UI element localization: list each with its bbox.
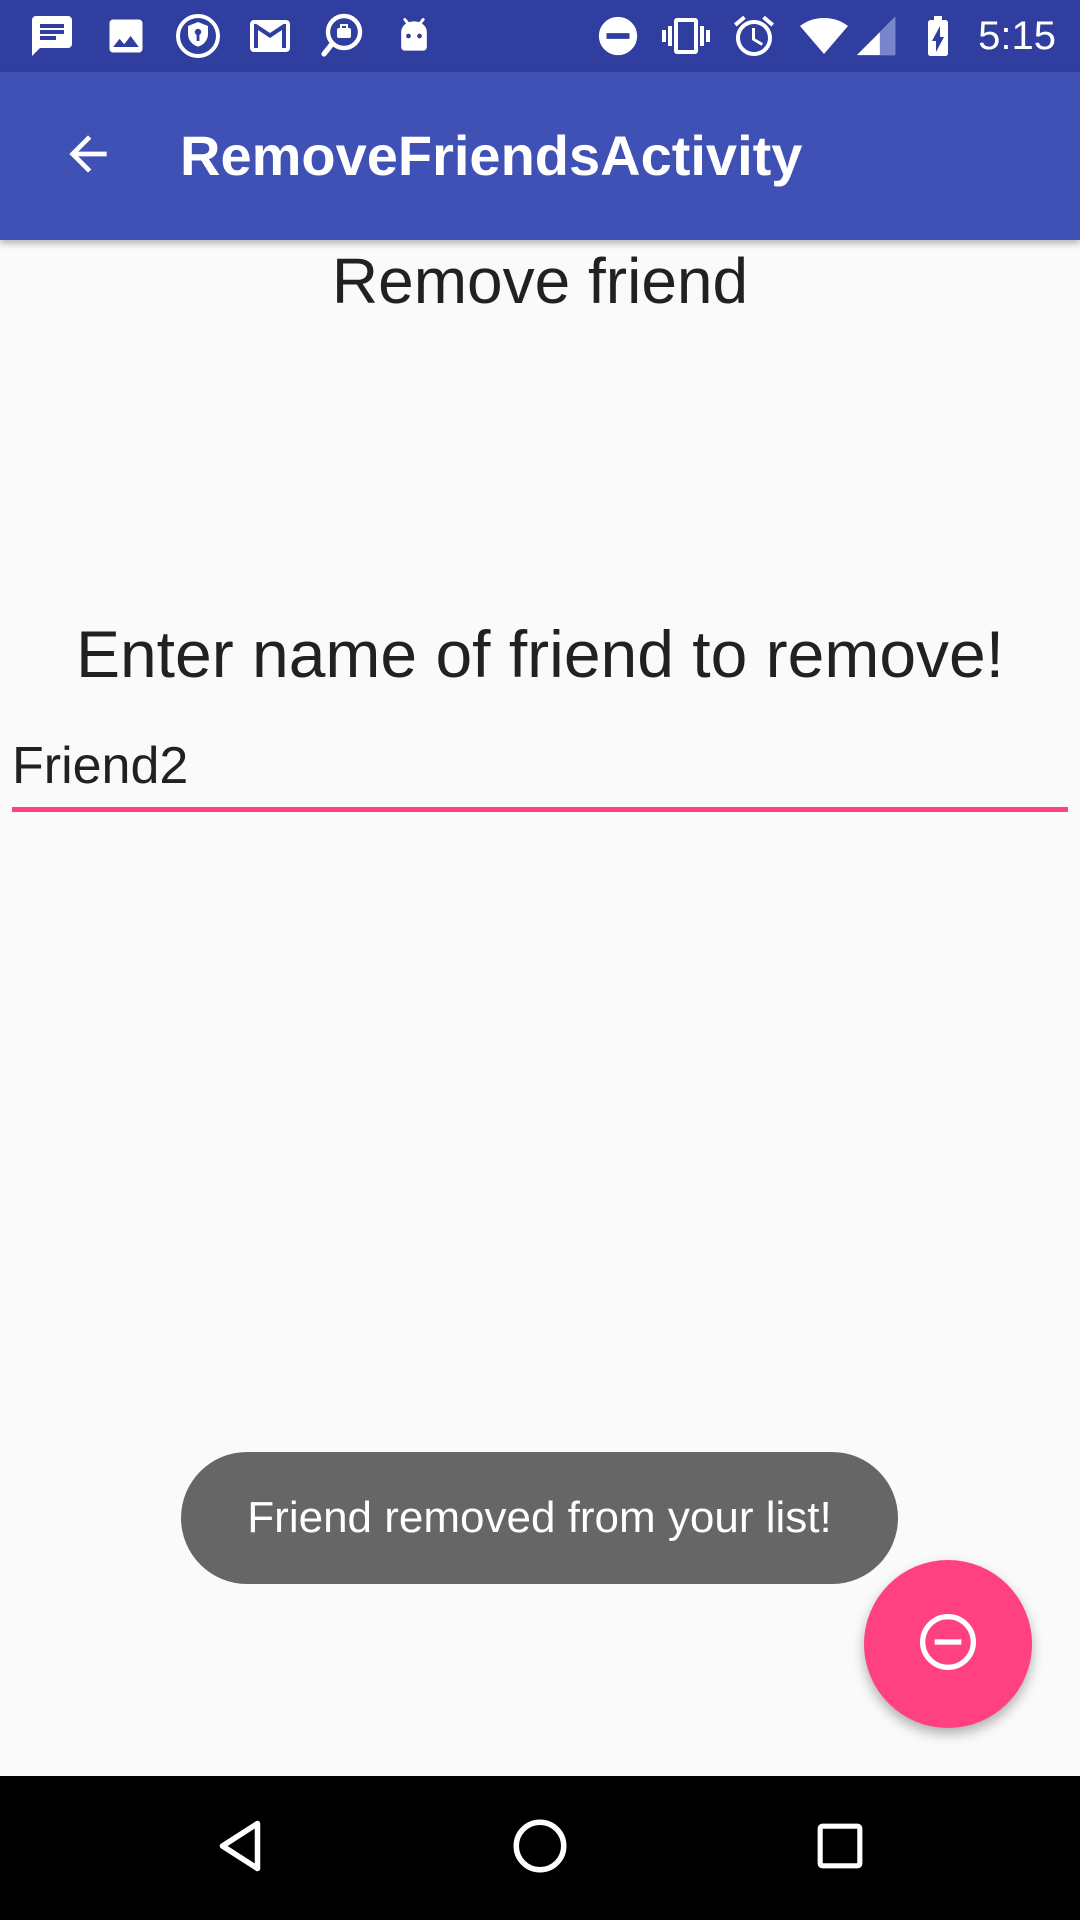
cell-signal-icon: [852, 12, 900, 60]
toast-message: Friend removed from your list!: [181, 1452, 898, 1584]
gmail-icon: [246, 12, 294, 60]
arrow-back-icon: [60, 126, 116, 187]
nav-home-button[interactable]: [492, 1800, 588, 1896]
page-heading: Remove friend: [331, 245, 749, 317]
shield-key-icon: [174, 12, 222, 60]
vibrate-icon: [662, 12, 710, 60]
nav-back-button[interactable]: [192, 1800, 288, 1896]
image-icon: [102, 12, 150, 60]
back-triangle-icon: [210, 1816, 270, 1881]
home-circle-icon: [510, 1816, 570, 1881]
alarm-icon: [730, 12, 778, 60]
android-icon: [390, 12, 438, 60]
navigation-bar: [0, 1776, 1080, 1920]
status-time: 5:15: [978, 14, 1056, 58]
nav-recents-button[interactable]: [792, 1800, 888, 1896]
battery-charging-icon: [914, 12, 962, 60]
friend-name-input[interactable]: [12, 724, 1068, 812]
toast-text: Friend removed from your list!: [247, 1493, 832, 1542]
do-not-disturb-icon: [594, 12, 642, 60]
app-title: RemoveFriendsActivity: [180, 124, 803, 187]
remove-prompt-label: Enter name of friend to remove!: [75, 617, 1005, 691]
message-icon: [28, 12, 76, 60]
chat-bubble-icon: [318, 12, 366, 60]
remove-friend-fab[interactable]: [864, 1560, 1032, 1728]
status-bar: 5:15: [0, 0, 1080, 72]
wifi-icon: [800, 12, 848, 60]
back-button[interactable]: [40, 108, 136, 204]
recents-square-icon: [812, 1818, 868, 1879]
app-bar: RemoveFriendsActivity: [0, 72, 1080, 240]
remove-circle-icon: [916, 1610, 980, 1679]
